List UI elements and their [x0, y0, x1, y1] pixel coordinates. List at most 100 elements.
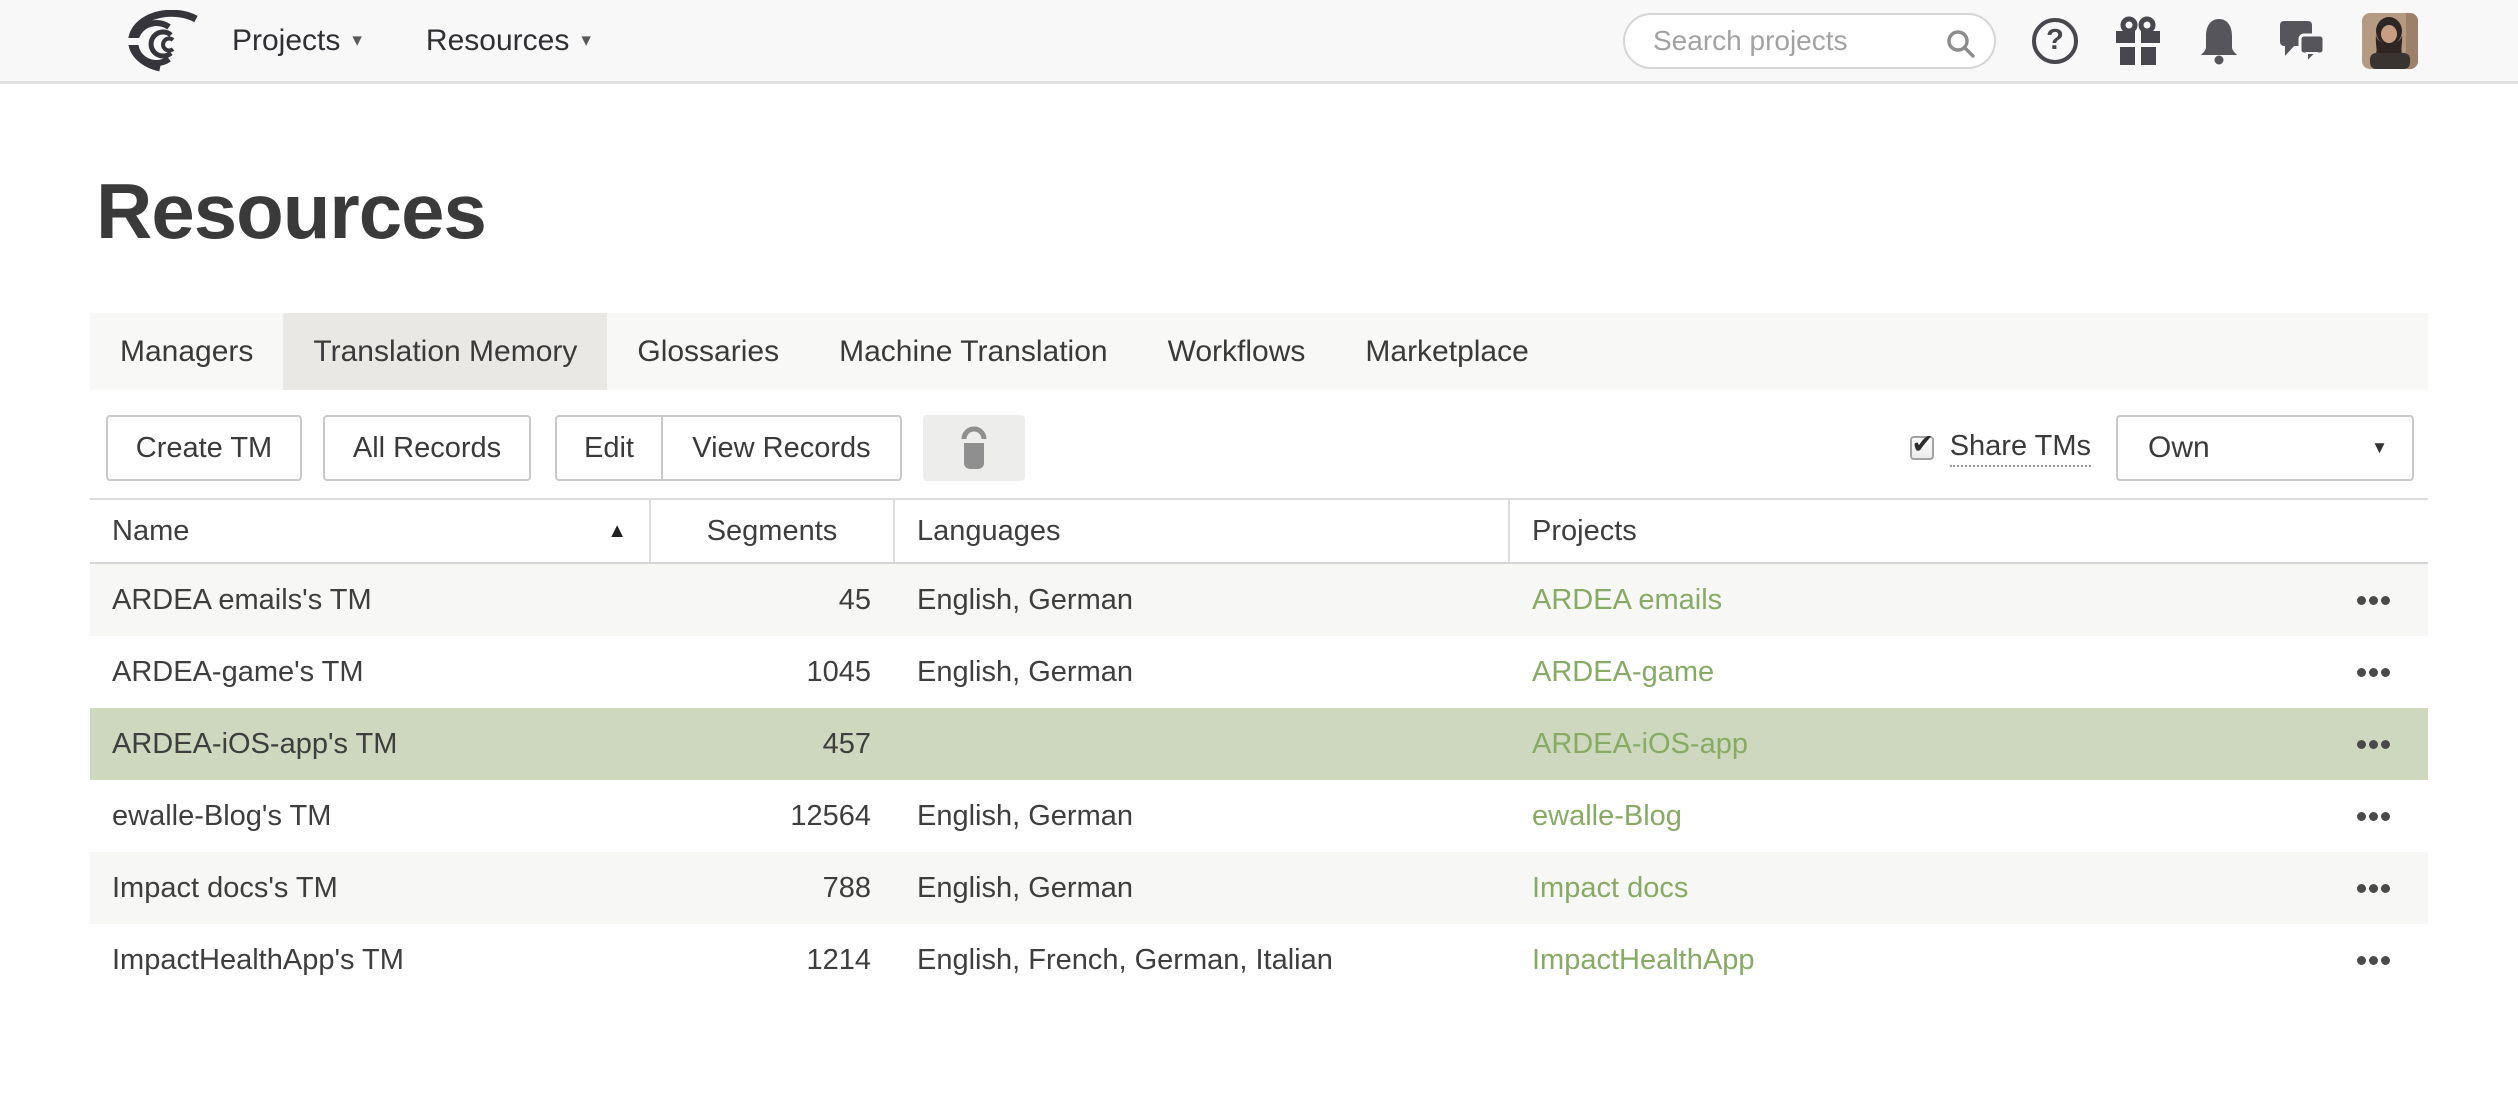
edit-view-button-group: Edit View Records: [555, 415, 902, 481]
tab-machine-translation[interactable]: Machine Translation: [809, 313, 1137, 390]
whats-new-button[interactable]: [2114, 16, 2162, 66]
languages-cell: English, French, German, Italian: [895, 944, 1510, 977]
row-actions-button[interactable]: [2357, 668, 2428, 677]
select-caret-icon: ▼: [2371, 438, 2388, 458]
segments-cell: 788: [651, 872, 895, 905]
project-link[interactable]: ARDEA emails: [1532, 584, 1722, 617]
languages-cell: English, German: [895, 656, 1510, 689]
table-row[interactable]: ARDEA-game's TM 1045 English, German ARD…: [90, 636, 2428, 708]
chevron-down-icon: ▾: [581, 29, 591, 52]
help-icon: ?: [2032, 18, 2078, 64]
row-actions-button[interactable]: [2357, 956, 2428, 965]
tm-name-cell: ARDEA-iOS-app's TM: [90, 728, 651, 761]
chat-icon: [2276, 18, 2326, 64]
create-tm-button[interactable]: Create TM: [106, 415, 302, 481]
nav-menu-resources[interactable]: Resources ▾: [426, 24, 591, 58]
project-link[interactable]: Impact docs: [1532, 872, 1688, 905]
segments-cell: 12564: [651, 800, 895, 833]
project-link[interactable]: ewalle-Blog: [1532, 800, 1682, 833]
nav-menu-resources-label: Resources: [426, 24, 569, 58]
row-actions-button[interactable]: [2357, 596, 2428, 605]
row-actions-button[interactable]: [2357, 740, 2428, 749]
tm-scope-select[interactable]: Own ▼: [2116, 415, 2414, 481]
projects-cell: ImpactHealthApp: [1510, 944, 2428, 977]
project-link[interactable]: ARDEA-iOS-app: [1532, 728, 1748, 761]
search-icon[interactable]: [1946, 29, 1976, 59]
tm-toolbar: Create TM All Records Edit View Records …: [90, 415, 2428, 481]
tab-marketplace[interactable]: Marketplace: [1335, 313, 1558, 390]
tm-name-cell: ImpactHealthApp's TM: [90, 944, 651, 977]
projects-cell: ARDEA-iOS-app: [1510, 728, 2428, 761]
ellipsis-icon: [2357, 956, 2366, 965]
checkmark-icon: ✔: [1911, 431, 1934, 458]
project-search: [1623, 13, 1996, 69]
segments-cell: 1214: [651, 944, 895, 977]
projects-cell: Impact docs: [1510, 872, 2428, 905]
share-tms-checkbox[interactable]: ✔: [1910, 436, 1934, 460]
nav-menu-projects[interactable]: Projects ▾: [232, 24, 362, 58]
languages-cell: English, German: [895, 584, 1510, 617]
navbar-right-cluster: ?: [1623, 13, 2418, 69]
translation-memory-table: Name ▲ Segments Languages Projects ARDEA…: [90, 498, 2428, 996]
tm-scope-value: Own: [2148, 431, 2210, 465]
tm-name-cell: ARDEA-game's TM: [90, 656, 651, 689]
app-logo[interactable]: [98, 10, 210, 72]
ellipsis-icon: [2357, 668, 2366, 677]
top-navbar: Projects ▾ Resources ▾ ?: [0, 0, 2518, 84]
view-records-button[interactable]: View Records: [663, 417, 900, 479]
ellipsis-icon: [2357, 740, 2366, 749]
table-row[interactable]: Impact docs's TM 788 English, German Imp…: [90, 852, 2428, 924]
share-tms-control: ✔ Share TMs: [1910, 415, 2091, 481]
projects-cell: ARDEA-game: [1510, 656, 2428, 689]
tm-name-cell: ARDEA emails's TM: [90, 584, 651, 617]
tab-workflows[interactable]: Workflows: [1138, 313, 1336, 390]
row-actions-button[interactable]: [2357, 812, 2428, 821]
tm-name-cell: ewalle-Blog's TM: [90, 800, 651, 833]
languages-cell: English, German: [895, 800, 1510, 833]
resources-tab-bar: Managers Translation Memory Glossaries M…: [90, 313, 2428, 390]
segments-cell: 45: [651, 584, 895, 617]
languages-cell: English, German: [895, 872, 1510, 905]
tab-glossaries[interactable]: Glossaries: [607, 313, 809, 390]
project-link[interactable]: ARDEA-game: [1532, 656, 1714, 689]
column-header-languages[interactable]: Languages: [895, 500, 1510, 562]
tab-managers[interactable]: Managers: [90, 313, 283, 390]
table-header: Name ▲ Segments Languages Projects: [90, 498, 2428, 564]
chevron-down-icon: ▾: [352, 29, 362, 52]
crowdin-logo-icon: [98, 10, 210, 72]
table-row[interactable]: ewalle-Blog's TM 12564 English, German e…: [90, 780, 2428, 852]
edit-button[interactable]: Edit: [557, 417, 663, 479]
projects-cell: ARDEA emails: [1510, 584, 2428, 617]
nav-menu-projects-label: Projects: [232, 24, 340, 58]
share-tms-label[interactable]: Share TMs: [1950, 430, 2091, 467]
ellipsis-icon: [2357, 596, 2366, 605]
bell-icon: [2198, 16, 2240, 66]
table-row[interactable]: ARDEA emails's TM 45 English, German ARD…: [90, 564, 2428, 636]
table-row-selected[interactable]: ARDEA-iOS-app's TM 457 ARDEA-iOS-app: [90, 708, 2428, 780]
delete-tm-button[interactable]: [923, 415, 1025, 481]
tm-name-cell: Impact docs's TM: [90, 872, 651, 905]
sort-ascending-icon: ▲: [607, 520, 627, 543]
avatar[interactable]: [2362, 13, 2418, 69]
tab-translation-memory[interactable]: Translation Memory: [283, 313, 607, 390]
ellipsis-icon: [2357, 812, 2366, 821]
table-row[interactable]: ImpactHealthApp's TM 1214 English, Frenc…: [90, 924, 2428, 996]
all-records-button[interactable]: All Records: [323, 415, 531, 481]
column-header-name[interactable]: Name ▲: [90, 500, 651, 562]
project-link[interactable]: ImpactHealthApp: [1532, 944, 1754, 977]
column-header-segments[interactable]: Segments: [651, 500, 895, 562]
gift-icon: [2114, 16, 2162, 66]
help-button[interactable]: ?: [2032, 18, 2078, 64]
ellipsis-icon: [2357, 884, 2366, 893]
page-title: Resources: [96, 172, 486, 250]
projects-cell: ewalle-Blog: [1510, 800, 2428, 833]
trash-icon: [956, 424, 992, 472]
row-actions-button[interactable]: [2357, 884, 2428, 893]
user-avatar-image: [2362, 13, 2418, 69]
segments-cell: 457: [651, 728, 895, 761]
search-input[interactable]: [1625, 25, 1994, 57]
messages-button[interactable]: [2276, 18, 2326, 64]
notifications-button[interactable]: [2198, 16, 2240, 66]
segments-cell: 1045: [651, 656, 895, 689]
column-header-projects[interactable]: Projects: [1510, 500, 2428, 562]
